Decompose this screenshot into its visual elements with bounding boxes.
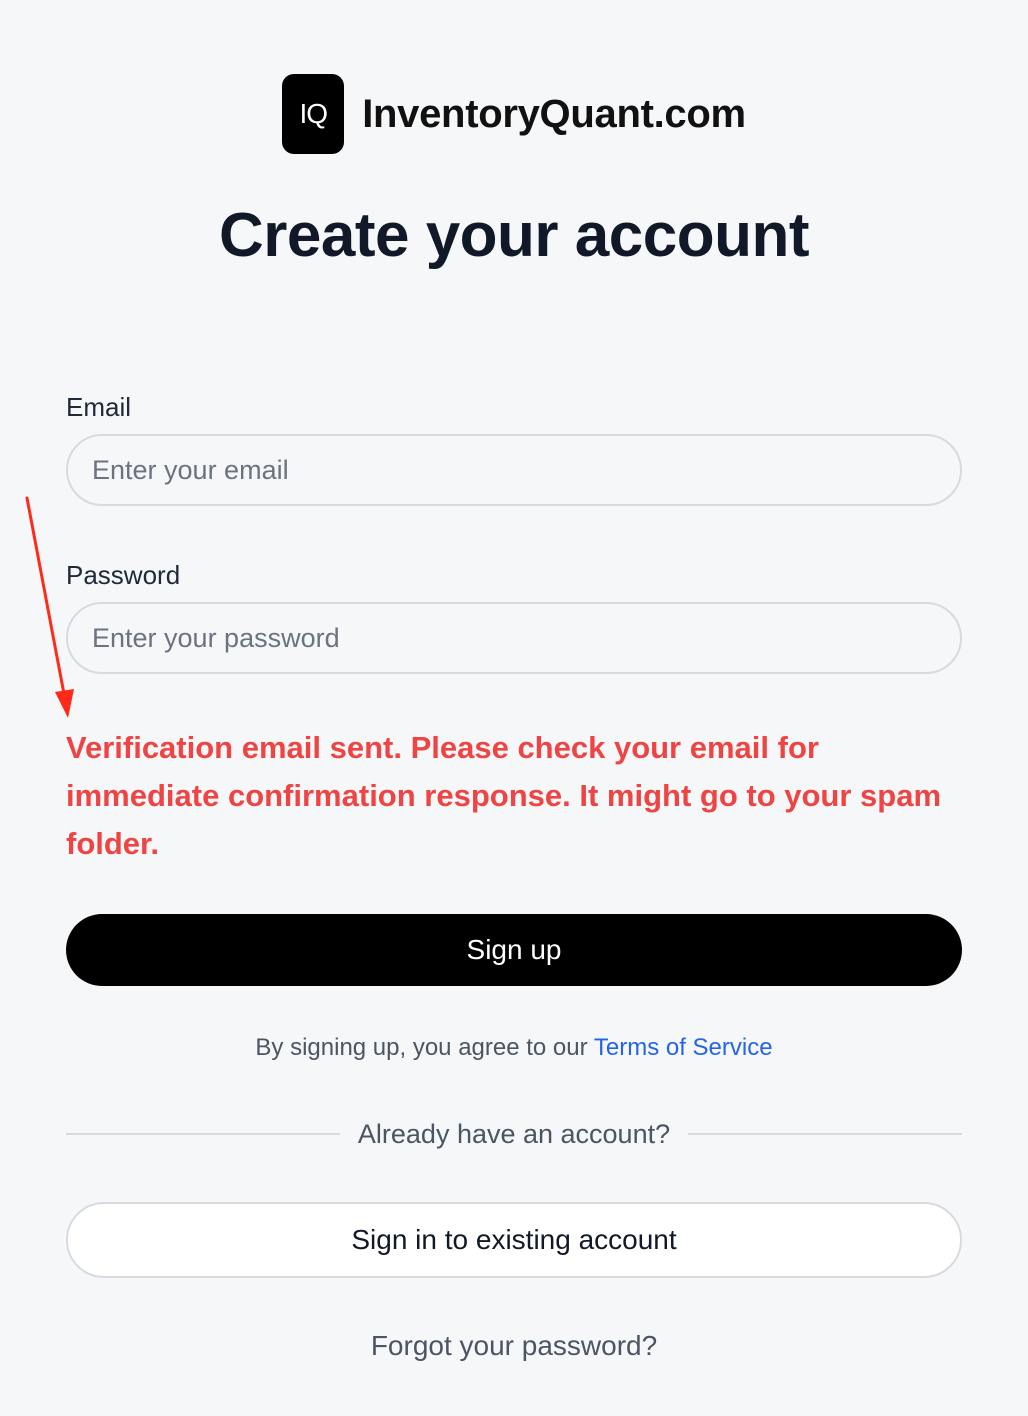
email-label: Email: [66, 392, 132, 422]
password-input[interactable]: [66, 602, 962, 674]
verification-message: Verification email sent. Please check yo…: [66, 730, 942, 861]
divider-line-left: [66, 1133, 340, 1135]
terms-notice: By signing up, you agree to our Terms of…: [0, 1034, 1028, 1062]
logo-text: IQ: [299, 98, 328, 129]
account-divider: Already have an account?: [66, 1116, 962, 1152]
password-label: Password: [66, 560, 181, 590]
sign-up-button[interactable]: Sign up: [66, 914, 962, 986]
divider-line-right: [688, 1133, 962, 1135]
brand-name: InventoryQuant.com: [362, 91, 746, 136]
logo-icon: IQ: [282, 74, 345, 154]
red-arrow-icon: [25, 496, 74, 718]
email-input[interactable]: [66, 434, 962, 506]
terms-prefix: By signing up, you agree to our: [255, 1034, 594, 1061]
divider-text: Already have an account?: [357, 1118, 671, 1149]
brand-header: IQ InventoryQuant.com: [0, 74, 1028, 154]
terms-of-service-link[interactable]: Terms of Service: [594, 1034, 773, 1061]
forgot-password-link[interactable]: Forgot your password?: [0, 1330, 1028, 1362]
sign-in-existing-button[interactable]: Sign in to existing account: [66, 1202, 962, 1278]
page-title: Create your account: [218, 201, 810, 270]
